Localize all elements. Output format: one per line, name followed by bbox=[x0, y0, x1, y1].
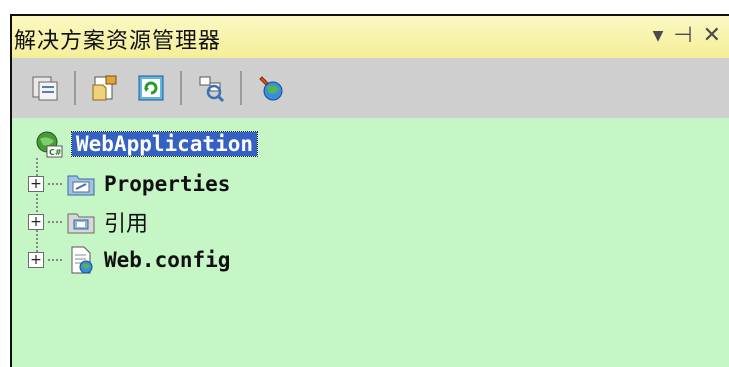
tree-dots bbox=[48, 259, 62, 261]
tree-dots bbox=[48, 221, 62, 223]
tree-dots bbox=[48, 183, 62, 185]
show-all-files-icon bbox=[92, 75, 117, 101]
tree-item-web-config[interactable]: + Web.config bbox=[28, 244, 230, 276]
solution-tree: C# WebApplication + Properties + 引用 + We… bbox=[12, 118, 729, 367]
toolbar bbox=[12, 58, 729, 118]
references-folder-icon bbox=[66, 208, 96, 236]
toolbar-separator bbox=[240, 71, 242, 105]
tree-item-properties[interactable]: + Properties bbox=[28, 168, 230, 200]
properties-folder-icon bbox=[66, 170, 96, 198]
properties-icon bbox=[32, 76, 58, 101]
tree-item-label: 引用 bbox=[104, 212, 149, 237]
title-controls: ▼ ⊣ ✕ bbox=[653, 22, 721, 50]
dropdown-arrow-icon[interactable]: ▼ bbox=[653, 22, 664, 50]
tree-root-label: WebApplication bbox=[70, 131, 259, 157]
close-icon[interactable]: ✕ bbox=[703, 22, 721, 50]
refresh-icon bbox=[138, 75, 164, 101]
tree-item-label: Web.config bbox=[104, 248, 231, 272]
expand-icon[interactable]: + bbox=[28, 252, 44, 268]
toolbar-separator bbox=[180, 71, 182, 105]
asp-net-configuration-icon bbox=[259, 76, 283, 101]
tree-item-references[interactable]: + 引用 bbox=[28, 206, 148, 238]
expand-icon[interactable]: + bbox=[28, 176, 44, 192]
show-all-files-button[interactable] bbox=[86, 69, 124, 107]
panel-title: 解决方案资源管理器 bbox=[14, 29, 222, 54]
config-file-icon bbox=[66, 246, 96, 274]
view-designer-icon bbox=[199, 76, 225, 103]
tree-item-label: Properties bbox=[104, 172, 231, 196]
properties-button[interactable] bbox=[26, 69, 64, 107]
asp-net-configuration-button[interactable] bbox=[252, 69, 290, 107]
svg-text:C#: C# bbox=[49, 148, 62, 157]
web-project-icon: C# bbox=[34, 130, 64, 158]
panel-title-bar[interactable]: 解决方案资源管理器 ▼ ⊣ ✕ bbox=[12, 16, 729, 58]
toolbar-separator bbox=[74, 71, 76, 105]
refresh-button[interactable] bbox=[132, 69, 170, 107]
view-designer-button[interactable] bbox=[192, 69, 230, 107]
solution-explorer-panel: 解决方案资源管理器 ▼ ⊣ ✕ C# WebApplication + Prop… bbox=[10, 14, 729, 367]
expand-icon[interactable]: + bbox=[28, 214, 44, 230]
pin-icon[interactable]: ⊣ bbox=[673, 22, 692, 50]
tree-root-item[interactable]: C# WebApplication bbox=[34, 128, 259, 160]
